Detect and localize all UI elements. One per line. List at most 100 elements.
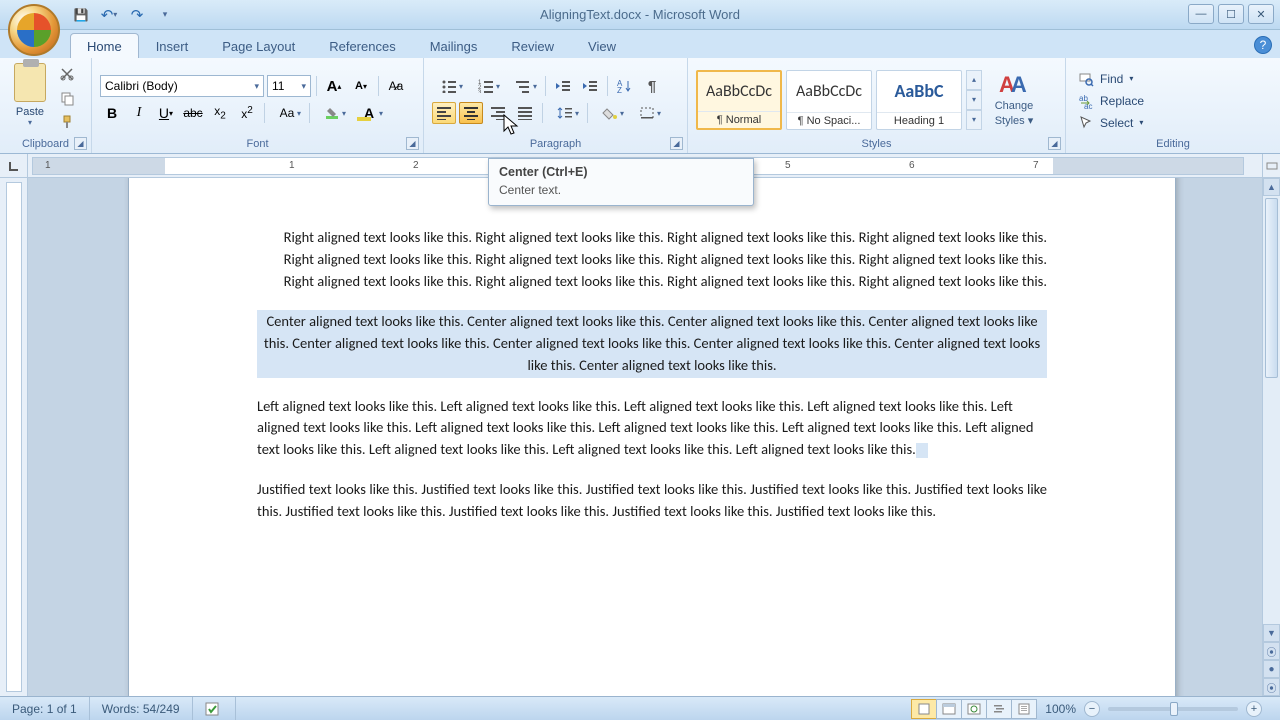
change-case-button[interactable]: Aa — [270, 102, 304, 124]
strikethrough-button[interactable]: abc — [181, 102, 205, 124]
redo-button[interactable]: ↷ — [126, 4, 148, 26]
page: Right aligned text looks like this. Righ… — [128, 178, 1176, 696]
align-left-button[interactable] — [432, 102, 456, 124]
paragraph-launcher[interactable]: ◢ — [670, 137, 683, 150]
scroll-up[interactable]: ▲ — [1263, 178, 1280, 196]
paragraph-justified[interactable]: Justified text looks like this. Justifie… — [257, 479, 1047, 523]
styles-launcher[interactable]: ◢ — [1048, 137, 1061, 150]
font-launcher[interactable]: ◢ — [406, 137, 419, 150]
ruler-toggle[interactable] — [1262, 154, 1280, 178]
align-center-button[interactable] — [459, 102, 483, 124]
tab-selector[interactable] — [0, 154, 28, 178]
tooltip-center: Center (Ctrl+E) Center text. — [488, 158, 754, 206]
font-color-button[interactable]: A — [352, 102, 386, 124]
save-button[interactable]: 💾 — [70, 4, 92, 26]
tab-mailings[interactable]: Mailings — [413, 33, 495, 58]
brush-icon — [59, 114, 75, 130]
paragraph-center-selected[interactable]: Center aligned text looks like this. Cen… — [257, 310, 1047, 377]
subscript-button[interactable]: x2 — [208, 102, 232, 124]
line-spacing-button[interactable] — [548, 102, 582, 124]
italic-button[interactable]: I — [127, 102, 151, 124]
view-full-screen[interactable] — [936, 699, 962, 719]
tab-page-layout[interactable]: Page Layout — [205, 33, 312, 58]
styles-scroll[interactable]: ▴▾▾ — [966, 70, 982, 130]
group-clipboard: Paste ▾ Clipboard ◢ — [0, 58, 92, 153]
scroll-down[interactable]: ▼ — [1263, 624, 1280, 642]
view-print-layout[interactable] — [911, 699, 937, 719]
select-button[interactable]: Select ▾ — [1074, 113, 1148, 133]
decrease-indent-button[interactable] — [551, 75, 575, 97]
zoom-in[interactable]: + — [1246, 701, 1262, 717]
increase-indent-button[interactable] — [578, 75, 602, 97]
sort-icon: AZ — [617, 79, 633, 93]
shrink-font-button[interactable]: A▾ — [349, 75, 373, 97]
tab-insert[interactable]: Insert — [139, 33, 206, 58]
zoom-thumb[interactable] — [1170, 702, 1178, 716]
borders-button[interactable] — [630, 102, 664, 124]
office-button[interactable] — [8, 4, 60, 56]
minimize-button[interactable]: — — [1188, 4, 1214, 24]
grow-font-button[interactable]: A▴ — [322, 75, 346, 97]
group-label: Editing — [1074, 137, 1272, 151]
highlight-button[interactable] — [315, 102, 349, 124]
maximize-button[interactable]: ☐ — [1218, 4, 1244, 24]
prev-page-button[interactable]: ⦿ — [1263, 642, 1280, 660]
scroll-thumb[interactable] — [1265, 198, 1278, 378]
page-viewport[interactable]: Right aligned text looks like this. Righ… — [28, 178, 1262, 696]
align-left-icon — [436, 106, 452, 120]
style-heading-1[interactable]: AaBbC Heading 1 — [876, 70, 962, 130]
clipboard-launcher[interactable]: ◢ — [74, 137, 87, 150]
zoom-slider[interactable] — [1108, 707, 1238, 711]
window-title: AligningText.docx - Microsoft Word — [540, 7, 740, 22]
tab-view[interactable]: View — [571, 33, 633, 58]
view-draft[interactable] — [1011, 699, 1037, 719]
font-size-combo[interactable]: 11▾ — [267, 75, 311, 97]
zoom-out[interactable]: − — [1084, 701, 1100, 717]
paste-button[interactable]: Paste ▾ — [8, 62, 52, 130]
status-proofing[interactable] — [193, 697, 236, 720]
cut-button[interactable] — [56, 64, 78, 84]
next-page-button[interactable]: ⦿ — [1263, 678, 1280, 696]
tab-references[interactable]: References — [312, 33, 412, 58]
close-button[interactable]: ✕ — [1248, 4, 1274, 24]
ribbon: Paste ▾ Clipboard ◢ Calibri (Body)▾ 11▾ … — [0, 58, 1280, 154]
replace-button[interactable]: abacReplace — [1074, 91, 1148, 111]
tab-home[interactable]: Home — [70, 33, 139, 58]
view-web-layout[interactable] — [961, 699, 987, 719]
justify-button[interactable] — [513, 102, 537, 124]
shading-button[interactable] — [593, 102, 627, 124]
zoom-level[interactable]: 100% — [1037, 702, 1084, 716]
show-marks-button[interactable]: ¶ — [640, 75, 664, 97]
bold-button[interactable]: B — [100, 102, 124, 124]
undo-button[interactable]: ↶▾ — [98, 4, 120, 26]
multilevel-icon — [515, 79, 531, 93]
clear-formatting-button[interactable]: A̷a — [384, 75, 408, 97]
paragraph-left[interactable]: Left aligned text looks like this. Left … — [257, 396, 1047, 461]
format-painter-button[interactable] — [56, 112, 78, 132]
paragraph-right[interactable]: Right aligned text looks like this. Righ… — [257, 227, 1047, 292]
status-page[interactable]: Page: 1 of 1 — [0, 697, 90, 720]
tab-review[interactable]: Review — [494, 33, 571, 58]
sort-button[interactable]: AZ — [613, 75, 637, 97]
font-name-combo[interactable]: Calibri (Body)▾ — [100, 75, 264, 97]
find-button[interactable]: Find ▾ — [1074, 69, 1148, 89]
highlight-icon — [324, 106, 340, 120]
numbering-button[interactable]: 123 — [469, 75, 503, 97]
view-outline[interactable] — [986, 699, 1012, 719]
qat-customize[interactable]: ▾ — [154, 4, 176, 26]
align-right-button[interactable] — [486, 102, 510, 124]
underline-button[interactable]: U▾ — [154, 102, 178, 124]
bullets-button[interactable] — [432, 75, 466, 97]
style-no-spacing[interactable]: AaBbCcDc ¶ No Spaci... — [786, 70, 872, 130]
help-button[interactable]: ? — [1254, 36, 1272, 54]
superscript-button[interactable]: x2 — [235, 102, 259, 124]
change-styles-button[interactable]: AA ChangeStyles ▾ — [986, 68, 1042, 132]
vertical-scrollbar[interactable]: ▲ ▼ ⦿ ● ⦿ — [1262, 178, 1280, 696]
browse-object-button[interactable]: ● — [1263, 660, 1280, 678]
status-words[interactable]: Words: 54/249 — [90, 697, 193, 720]
vertical-ruler[interactable] — [0, 178, 28, 696]
multilevel-list-button[interactable] — [506, 75, 540, 97]
copy-button[interactable] — [56, 88, 78, 108]
replace-icon: abac — [1078, 93, 1094, 109]
style-normal[interactable]: AaBbCcDc ¶ Normal — [696, 70, 782, 130]
